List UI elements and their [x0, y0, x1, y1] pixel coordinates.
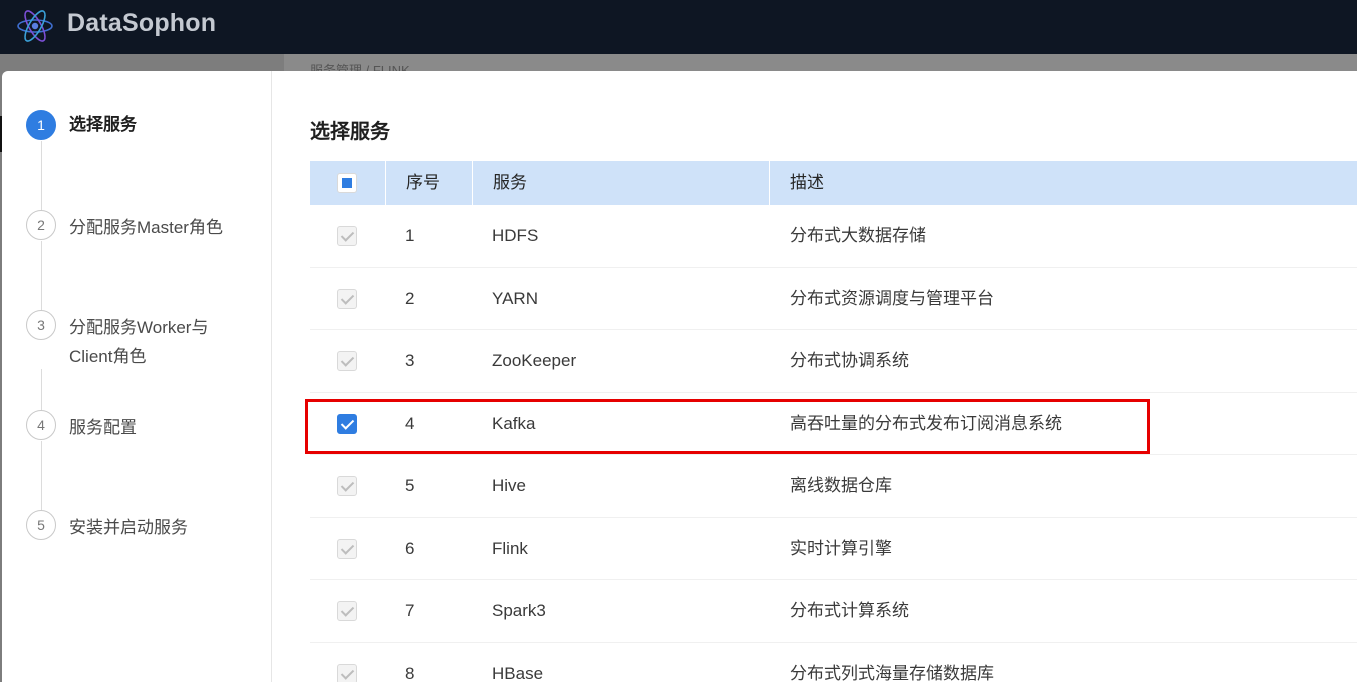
row-no: 4: [405, 413, 415, 433]
step-label: 分配服务Worker与Client角色: [69, 318, 209, 366]
header-service: 服务: [472, 161, 769, 205]
row-checkbox: [337, 601, 357, 621]
table-row[interactable]: 8 HBase 分布式列式海量存储数据库: [310, 643, 1357, 682]
table-header: 序号 服务 描述: [310, 161, 1357, 205]
step-number: 1: [26, 110, 56, 140]
step-label: 选择服务: [69, 115, 137, 134]
row-checkbox: [337, 288, 357, 309]
row-service: ZooKeeper: [492, 351, 577, 370]
row-service: Flink: [492, 538, 528, 558]
select-service-dialog: 1 选择服务 2 分配服务Master角色 3 分配服务Worker与Clien…: [2, 71, 1357, 682]
background-breadcrumb-strip: 服务管理 / FLINK: [284, 54, 1357, 72]
step-connector: [41, 441, 42, 511]
brand-name: DataSophon: [67, 9, 217, 37]
row-checkbox: [337, 663, 357, 682]
row-description: 离线数据仓库: [790, 476, 892, 495]
step-number: 4: [26, 410, 56, 440]
table-row[interactable]: 5 Hive 离线数据仓库: [310, 455, 1357, 518]
service-table: 序号 服务 描述 1 HDFS 分布式大数据存储 2 YARN 分布式资源调度与…: [310, 161, 1357, 682]
row-no: 2: [405, 288, 415, 308]
row-service: Kafka: [492, 413, 536, 433]
row-checkbox: [337, 351, 357, 371]
table-row[interactable]: 2 YARN 分布式资源调度与管理平台: [310, 268, 1357, 330]
atom-logo-icon: [17, 10, 53, 42]
step-label: 分配服务Master角色: [69, 218, 223, 237]
table-row[interactable]: 1 HDFS 分布式大数据存储: [310, 205, 1357, 268]
steps-panel: 1 选择服务 2 分配服务Master角色 3 分配服务Worker与Clien…: [2, 71, 272, 682]
section-title: 选择服务: [310, 121, 390, 143]
dialog-content: 选择服务 序号 服务 描述 1 HDFS 分布式大数据存储 2 YARN 分布式…: [272, 71, 1357, 682]
row-no: 7: [405, 601, 415, 620]
row-checkbox: [337, 226, 357, 246]
row-description: 实时计算引擎: [790, 538, 892, 558]
step-number: 2: [26, 210, 56, 240]
step-connector: [41, 141, 42, 211]
row-description: 高吞吐量的分布式发布订阅消息系统: [790, 413, 1062, 433]
row-service: YARN: [492, 288, 538, 308]
step-number: 5: [26, 510, 56, 540]
row-description: 分布式大数据存储: [790, 226, 926, 245]
row-no: 6: [405, 538, 415, 558]
step-label: 安装并启动服务: [69, 518, 188, 537]
header-checkbox-cell: [310, 161, 385, 205]
row-service: Hive: [492, 476, 527, 495]
header-description: 描述: [769, 161, 1357, 205]
row-service: HDFS: [492, 226, 539, 245]
header-no: 序号: [385, 161, 472, 205]
row-checkbox[interactable]: [337, 413, 357, 434]
row-checkbox: [337, 476, 357, 496]
row-service: Spark3: [492, 601, 546, 620]
table-row[interactable]: 7 Spark3 分布式计算系统: [310, 580, 1357, 643]
step-connector: [41, 241, 42, 311]
row-description: 分布式列式海量存储数据库: [790, 663, 994, 682]
app-header: DataSophon: [0, 0, 1357, 54]
select-all-checkbox[interactable]: [337, 173, 357, 193]
step-number: 3: [26, 310, 56, 340]
row-checkbox: [337, 538, 357, 559]
row-description: 分布式资源调度与管理平台: [790, 288, 994, 308]
row-service: HBase: [492, 663, 544, 682]
table-row[interactable]: 6 Flink 实时计算引擎: [310, 518, 1357, 580]
row-no: 3: [405, 351, 415, 370]
row-no: 1: [405, 226, 415, 245]
step-label: 服务配置: [69, 418, 137, 437]
table-row[interactable]: 3 ZooKeeper 分布式协调系统: [310, 330, 1357, 393]
table-row[interactable]: 4 Kafka 高吞吐量的分布式发布订阅消息系统: [310, 393, 1357, 455]
row-description: 分布式协调系统: [790, 351, 909, 370]
row-description: 分布式计算系统: [790, 601, 909, 620]
row-no: 5: [405, 476, 415, 495]
row-no: 8: [405, 663, 415, 682]
step-connector: [41, 369, 42, 411]
